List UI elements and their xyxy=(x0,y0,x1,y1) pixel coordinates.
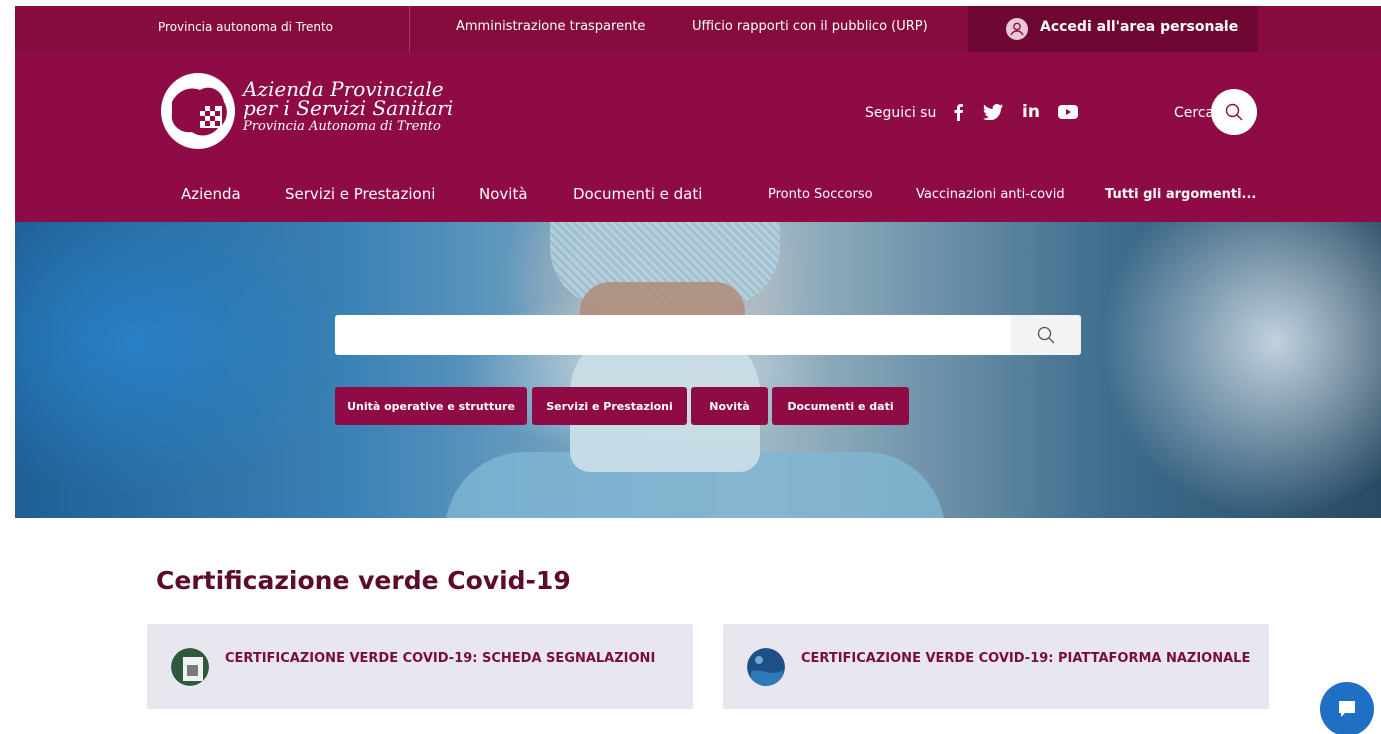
brand-name[interactable]: Azienda Provinciale per i Servizi Sanita… xyxy=(243,79,454,136)
transparency-link[interactable]: Amministrazione trasparente xyxy=(456,19,645,34)
chip-unita-operative[interactable]: Unità operative e strutture xyxy=(335,387,527,425)
login-label: Accedi all'area personale xyxy=(1040,19,1239,35)
follow-label: Seguici su xyxy=(865,105,937,121)
card-title: CERTIFICAZIONE VERDE COVID-19: PIATTAFOR… xyxy=(801,651,1251,666)
linkedin-icon[interactable]: in xyxy=(1019,100,1043,124)
hero-search-button[interactable] xyxy=(1011,315,1081,355)
nav-item-vaccinazioni[interactable]: Vaccinazioni anti-covid xyxy=(916,187,1065,202)
top-utility-bar: Provincia autonoma di Trento Amministraz… xyxy=(15,6,1381,52)
nav-item-azienda[interactable]: Azienda xyxy=(181,185,241,203)
site-header: Azienda Provinciale per i Servizi Sanita… xyxy=(15,52,1381,222)
card-thumbnail xyxy=(171,648,209,686)
section-title: Certificazione verde Covid-19 xyxy=(156,566,571,595)
chip-novita[interactable]: Novità xyxy=(691,387,768,425)
search-icon xyxy=(1225,103,1243,121)
urp-link[interactable]: Ufficio rapporti con il pubblico (URP) xyxy=(692,19,928,34)
brand-subline: Provincia Autonoma di Trento xyxy=(243,119,441,134)
nav-item-all-topics[interactable]: Tutti gli argomenti... xyxy=(1105,187,1256,202)
divider xyxy=(409,6,410,52)
nav-item-novita[interactable]: Novità xyxy=(479,185,528,203)
province-link[interactable]: Provincia autonoma di Trento xyxy=(158,20,333,34)
card-title: CERTIFICAZIONE VERDE COVID-19: SCHEDA SE… xyxy=(225,651,656,666)
search-button[interactable] xyxy=(1211,89,1257,135)
logo-icon[interactable] xyxy=(160,72,236,150)
card-thumbnail xyxy=(747,648,785,686)
brand-line: per i Servizi Sanitari xyxy=(243,96,454,120)
nav-item-servizi[interactable]: Servizi e Prestazioni xyxy=(285,185,435,203)
facebook-icon[interactable] xyxy=(946,100,970,124)
chevron-down-icon: ⌄ xyxy=(1218,19,1228,32)
chat-button[interactable] xyxy=(1320,682,1374,734)
nav-item-documenti[interactable]: Documenti e dati xyxy=(573,185,702,203)
main-navigation: Azienda Servizi e Prestazioni Novità Doc… xyxy=(15,185,1381,211)
nav-item-pronto-soccorso[interactable]: Pronto Soccorso xyxy=(768,187,873,202)
chat-icon xyxy=(1339,701,1355,717)
hero-banner: Unità operative e strutture Servizi e Pr… xyxy=(15,222,1381,518)
search-icon xyxy=(1037,326,1055,344)
search-label[interactable]: Cerca xyxy=(1174,105,1214,121)
login-button[interactable]: Accedi all'area personale ⌄ xyxy=(968,6,1258,52)
youtube-icon[interactable] xyxy=(1056,100,1080,124)
chip-documenti[interactable]: Documenti e dati xyxy=(772,387,909,425)
user-icon xyxy=(1006,18,1028,40)
card-segnalazioni[interactable]: CERTIFICAZIONE VERDE COVID-19: SCHEDA SE… xyxy=(147,624,693,709)
hero-search-input[interactable] xyxy=(335,315,1011,355)
twitter-icon[interactable] xyxy=(981,100,1005,124)
chip-servizi[interactable]: Servizi e Prestazioni xyxy=(532,387,687,425)
hero-search-box xyxy=(335,315,1081,355)
card-piattaforma[interactable]: CERTIFICAZIONE VERDE COVID-19: PIATTAFOR… xyxy=(723,624,1269,709)
